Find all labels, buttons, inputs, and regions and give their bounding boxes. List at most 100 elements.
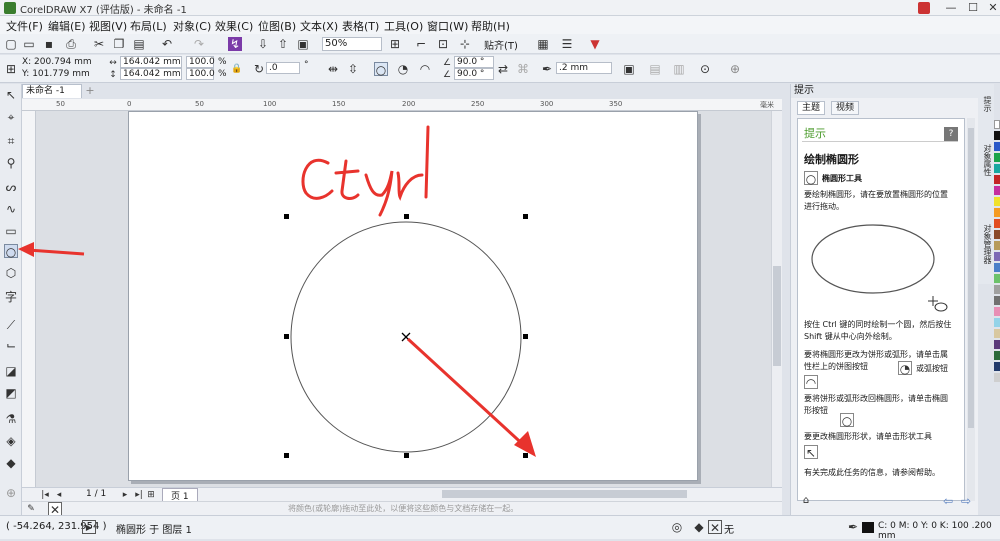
undo-icon[interactable]: ↶ <box>160 37 174 51</box>
to-front-icon[interactable]: ▣ <box>622 62 636 76</box>
crop-tool-icon[interactable]: ⌗ <box>4 134 18 148</box>
print-icon[interactable]: ⎙ <box>64 37 78 51</box>
swatch[interactable] <box>994 274 1000 283</box>
swatch[interactable] <box>994 208 1000 217</box>
vtab-object-properties[interactable]: 对象属性 <box>979 144 993 176</box>
menu-object[interactable]: 对象(C) <box>173 18 211 34</box>
menu-layout[interactable]: 布局(L) <box>130 18 167 34</box>
document-tab[interactable]: 未命名 -1 <box>22 84 82 98</box>
swatch[interactable] <box>994 362 1000 371</box>
guidelines-icon[interactable]: ⊹ <box>458 37 472 51</box>
rulers-icon[interactable]: ⌐ <box>414 37 428 51</box>
selection-handle[interactable] <box>284 453 289 458</box>
smart-fill-icon[interactable]: ◆ <box>4 456 18 470</box>
swatch[interactable] <box>994 164 1000 173</box>
options-icon[interactable]: ▦ <box>536 37 550 51</box>
no-color-swatch[interactable]: ✕ <box>48 502 62 517</box>
convert-to-curves-icon[interactable]: ⊙ <box>698 62 712 76</box>
status-play-icon[interactable]: ▶ <box>82 520 96 534</box>
vtab-object-manager[interactable]: 对象管理器 <box>979 224 993 264</box>
scroll-thumb[interactable] <box>773 266 781 366</box>
swatch[interactable] <box>994 296 1000 305</box>
selection-handle[interactable] <box>523 214 528 219</box>
object-origin-icon[interactable]: ⊞ <box>4 62 18 76</box>
shape-tool-icon[interactable]: ⌖ <box>4 110 18 124</box>
tab-topics[interactable]: 主题 <box>797 101 826 115</box>
width-field[interactable]: 164.042 mm <box>120 56 182 68</box>
menu-file[interactable]: 文件(F) <box>6 18 43 34</box>
minimize-button[interactable]: — <box>940 0 962 16</box>
menu-text[interactable]: 文本(X) <box>300 18 338 34</box>
drop-shadow-icon[interactable]: ◪ <box>4 364 18 378</box>
ellipse-mode-icon[interactable]: ○ <box>374 62 388 77</box>
swatch[interactable] <box>994 318 1000 327</box>
x-position[interactable]: X: 200.794 mm <box>22 57 92 67</box>
publish-pdf-icon[interactable]: ▣ <box>296 37 310 51</box>
lock-ratio-icon[interactable]: 🔒 <box>230 62 244 76</box>
export-icon[interactable]: ⇧ <box>276 37 290 51</box>
selection-handle[interactable] <box>404 214 409 219</box>
menu-tools[interactable]: 工具(O) <box>384 18 423 34</box>
quick-customize-icon[interactable]: ⊕ <box>728 62 742 76</box>
paste-icon[interactable]: ▤ <box>132 37 146 51</box>
change-direction-icon[interactable]: ⇄ <box>496 62 510 76</box>
menu-window[interactable]: 窗口(W) <box>427 18 468 34</box>
menu-view[interactable]: 视图(V) <box>89 18 127 34</box>
close-button[interactable]: ✕ <box>982 0 1000 16</box>
swatch[interactable] <box>994 186 1000 195</box>
zoom-tool-icon[interactable]: ⚲ <box>4 156 18 170</box>
selection-handle[interactable] <box>404 453 409 458</box>
polygon-tool-icon[interactable]: ⬡ <box>4 266 18 280</box>
outline-width-select[interactable]: .2 mm <box>556 62 612 74</box>
add-page-icon[interactable]: ⊞ <box>144 488 158 502</box>
horizontal-ruler[interactable]: 50 0 50 100 150 200 250 300 350 毫米 <box>22 99 782 111</box>
rotation-field[interactable]: .0 <box>266 62 300 74</box>
first-page-icon[interactable]: |◂ <box>38 488 52 502</box>
home-icon[interactable]: ⌂ <box>799 494 813 508</box>
mirror-v-icon[interactable]: ⇳ <box>346 62 360 76</box>
scale-x-field[interactable]: 100.0 <box>186 56 215 68</box>
text-tool-icon[interactable]: 字 <box>4 290 18 304</box>
break-apart-icon[interactable]: ▥ <box>672 62 686 76</box>
swatch[interactable] <box>994 142 1000 151</box>
menu-help[interactable]: 帮助(H) <box>471 18 510 34</box>
y-position[interactable]: Y: 101.779 mm <box>22 69 90 79</box>
combine-icon[interactable]: ▤ <box>648 62 662 76</box>
parallel-dimension-icon[interactable]: ⟋ <box>4 318 18 332</box>
menu-effects[interactable]: 效果(C) <box>215 18 253 34</box>
hint-scrollbar[interactable] <box>967 118 975 501</box>
app-launcher-icon[interactable]: ☰ <box>560 37 574 51</box>
rectangle-tool-icon[interactable]: ▭ <box>4 224 18 238</box>
artistic-media-icon[interactable]: ∿ <box>4 202 18 216</box>
swatch[interactable] <box>994 219 1000 228</box>
full-screen-icon[interactable]: ⊞ <box>388 37 402 51</box>
add-tool-icon[interactable]: ⊕ <box>4 486 18 500</box>
height-field[interactable]: 164.042 mm <box>120 68 182 80</box>
interactive-fill-icon[interactable]: ◈ <box>4 434 18 448</box>
cut-icon[interactable]: ✂ <box>92 37 106 51</box>
swatch[interactable] <box>994 329 1000 338</box>
swatch[interactable] <box>994 230 1000 239</box>
color-eyedropper-icon[interactable]: ⚗ <box>4 412 18 426</box>
freehand-tool-icon[interactable]: ᔕ <box>4 180 18 194</box>
swatch[interactable] <box>994 263 1000 272</box>
menu-edit[interactable]: 编辑(E) <box>48 18 86 34</box>
search-content-icon[interactable]: ↯ <box>228 37 242 51</box>
snap-to-dropdown[interactable]: 贴齐(T) <box>484 37 518 52</box>
swatch[interactable] <box>994 252 1000 261</box>
new-icon[interactable]: ▢ <box>4 37 18 51</box>
swatch[interactable] <box>994 373 1000 382</box>
swatch[interactable] <box>994 197 1000 206</box>
tab-videos[interactable]: 视频 <box>831 101 860 115</box>
selection-handle[interactable] <box>523 334 528 339</box>
welcome-icon[interactable]: ▼ <box>588 37 602 51</box>
vertical-ruler[interactable] <box>22 111 36 487</box>
pie-mode-icon[interactable]: ◔ <box>396 62 410 76</box>
selection-handle[interactable] <box>284 214 289 219</box>
drawing-canvas[interactable] <box>36 111 771 487</box>
open-icon[interactable]: ▭ <box>22 37 36 51</box>
forward-icon[interactable]: ⇨ <box>959 494 973 508</box>
wrap-text-icon[interactable]: ⌘ <box>516 62 530 76</box>
pick-tool-icon[interactable]: ↖ <box>4 88 18 102</box>
zoom-select[interactable]: 50% <box>322 37 382 51</box>
